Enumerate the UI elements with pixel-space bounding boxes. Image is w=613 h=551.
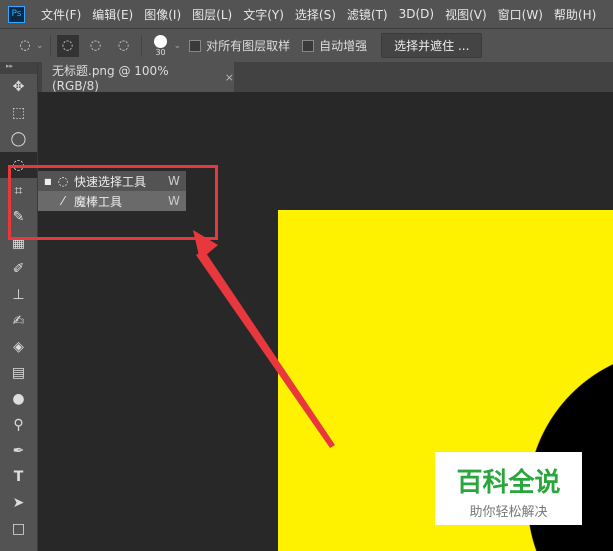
watermark-subtitle: 助你轻松解决	[469, 505, 548, 520]
watermark: 百科全说 助你轻松解决	[435, 452, 582, 525]
watermark-title: 百科全说	[456, 468, 561, 498]
